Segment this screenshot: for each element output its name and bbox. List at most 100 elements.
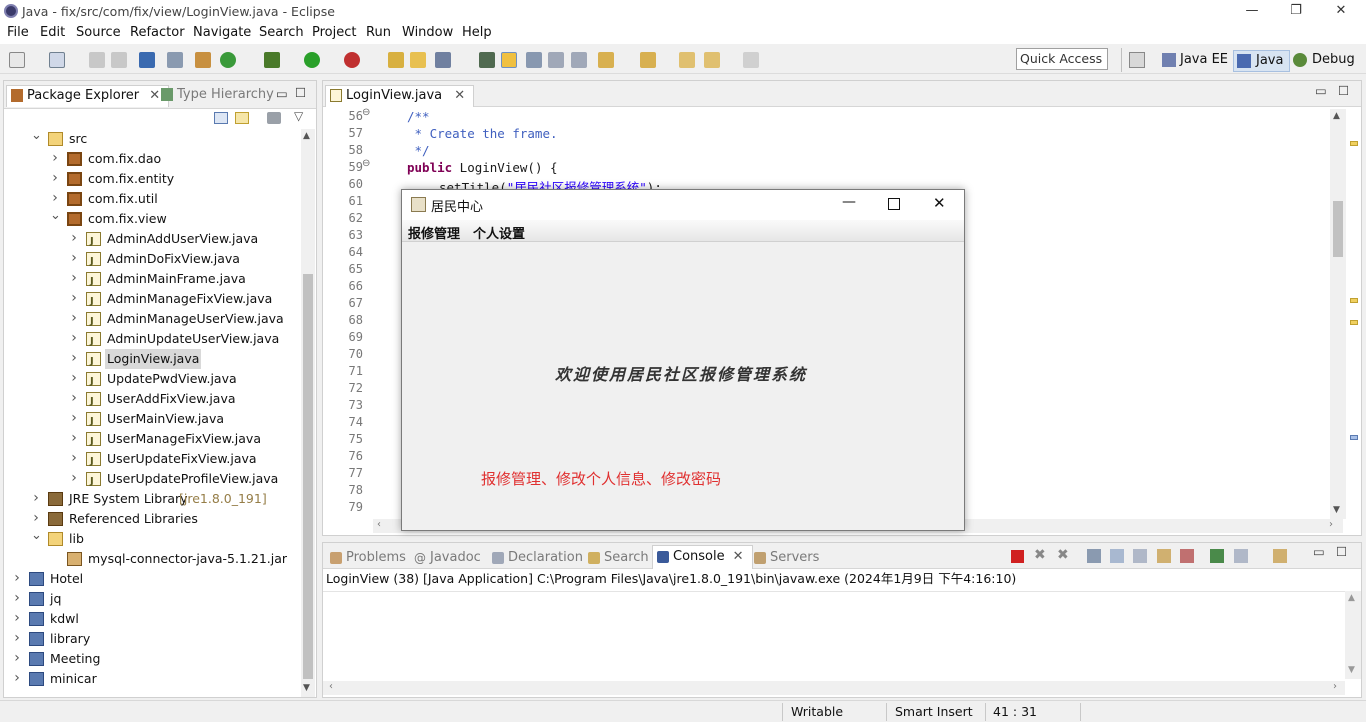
dialog-minimize-icon[interactable]: —	[842, 194, 856, 210]
expand-arrow-icon[interactable]: ›	[50, 189, 60, 209]
expand-arrow-icon[interactable]: ›	[12, 589, 22, 609]
tab-declaration[interactable]: Declaration	[490, 548, 583, 568]
explorer-scrollbar[interactable]: ▲ ▼	[301, 129, 315, 697]
expand-arrow-icon[interactable]: ›	[69, 449, 79, 469]
tree-item[interactable]: › AdminMainFrame.java	[4, 269, 301, 292]
expand-arrow-icon[interactable]: ›	[12, 649, 22, 669]
expand-arrow-icon[interactable]: ›	[69, 329, 79, 349]
menu-source[interactable]: Source	[76, 25, 121, 40]
minimize-icon[interactable]: —	[1237, 2, 1267, 20]
tree-item[interactable]: › AdminAddUserView.java	[4, 229, 301, 252]
tab-package-explorer[interactable]: Package Explorer ✕	[6, 85, 170, 107]
collapse-all-icon[interactable]	[214, 112, 228, 124]
back-icon[interactable]	[704, 52, 720, 68]
run-icon[interactable]	[304, 52, 320, 68]
editor-vscrollbar[interactable]: ▲ ▼	[1330, 109, 1346, 519]
display-console-icon[interactable]	[1234, 549, 1248, 563]
perspective-java[interactable]: Java	[1233, 50, 1291, 72]
tab-close-icon[interactable]: ✕	[733, 549, 744, 564]
prev-annotation-icon[interactable]	[640, 52, 656, 68]
new-class-icon[interactable]	[220, 52, 236, 68]
tree-item[interactable]: › library	[4, 629, 301, 649]
tree-item[interactable]: ⌄ src	[4, 129, 301, 149]
overview-marker[interactable]	[1350, 141, 1358, 146]
expand-arrow-icon[interactable]: ›	[69, 249, 79, 269]
perspective-debug[interactable]: Debug	[1290, 50, 1355, 72]
dialog-maximize-icon[interactable]	[888, 198, 900, 210]
word-wrap-icon[interactable]	[526, 52, 542, 68]
console-vscrollbar[interactable]: ▲ ▼	[1345, 591, 1361, 679]
menu-repair-management[interactable]: 报修管理	[408, 223, 460, 242]
scroll-lock-icon[interactable]	[1110, 549, 1124, 563]
tree-item[interactable]: › AdminManageUserView.java	[4, 309, 301, 332]
tree-item[interactable]: › kdwl	[4, 609, 301, 629]
link-with-editor-icon[interactable]	[235, 112, 249, 124]
maximize-console-icon[interactable]: ☐	[1336, 544, 1347, 559]
perspective-java-ee[interactable]: Java EE	[1160, 50, 1228, 72]
new-package-icon[interactable]	[195, 52, 211, 68]
tab-console[interactable]: Console ✕	[652, 545, 753, 569]
save-icon[interactable]	[49, 52, 65, 68]
tree-item[interactable]: › UserManageFixView.java	[4, 429, 301, 452]
tree-item[interactable]: › com.fix.entity	[4, 169, 301, 189]
expand-arrow-icon[interactable]: ›	[69, 269, 79, 289]
tree-item[interactable]: › AdminDoFixView.java	[4, 249, 301, 272]
open-console-icon[interactable]	[1273, 549, 1287, 563]
scroll-down-icon[interactable]: ▼	[1348, 665, 1355, 675]
forward-icon[interactable]	[743, 52, 759, 68]
mark-occurrences-icon[interactable]	[501, 52, 517, 68]
expand-arrow-icon[interactable]: ›	[69, 409, 79, 429]
block-selection-icon[interactable]	[548, 52, 564, 68]
editor-scroll-thumb[interactable]	[1333, 201, 1343, 257]
menu-run[interactable]: Run	[366, 25, 391, 40]
console-hscrollbar[interactable]: ‹ ›	[323, 681, 1345, 695]
external-tools-icon[interactable]	[344, 52, 360, 68]
menu-window[interactable]: Window	[402, 25, 453, 40]
expand-arrow-icon[interactable]: ›	[69, 389, 79, 409]
tree-item[interactable]: › minicar	[4, 669, 301, 689]
tree-item[interactable]: › UserUpdateProfileView.java	[4, 469, 301, 492]
scroll-right-icon[interactable]: ›	[1333, 681, 1337, 692]
terminate-icon[interactable]	[1011, 550, 1024, 563]
expand-arrow-icon[interactable]: ›	[69, 469, 79, 489]
collapse-arrow-icon[interactable]: ⌄	[31, 129, 42, 149]
expand-arrow-icon[interactable]: ›	[69, 229, 79, 249]
tree-item[interactable]: › UserUpdateFixView.java	[4, 449, 301, 472]
scroll-right-icon[interactable]: ›	[1329, 519, 1333, 530]
explorer-scroll-thumb[interactable]	[303, 274, 313, 679]
expand-arrow-icon[interactable]: ›	[12, 669, 22, 689]
remove-all-icon[interactable]: ✖	[1057, 547, 1069, 563]
new-icon[interactable]	[9, 52, 25, 68]
tree-item[interactable]: › AdminManageFixView.java	[4, 289, 301, 312]
show-whitespace-icon[interactable]	[571, 52, 587, 68]
menu-file[interactable]: File	[7, 25, 29, 40]
skip-breakpoints-icon[interactable]	[167, 52, 183, 68]
restore-icon[interactable]: ❐	[1281, 2, 1311, 20]
focus-icon[interactable]	[267, 112, 281, 124]
expand-arrow-icon[interactable]: ›	[69, 369, 79, 389]
expand-arrow-icon[interactable]: ›	[12, 629, 22, 649]
expand-arrow-icon[interactable]: ›	[31, 489, 41, 509]
minimize-console-icon[interactable]: ▭	[1313, 544, 1325, 559]
fold-icon[interactable]: ⊖	[362, 107, 370, 118]
collapse-arrow-icon[interactable]: ⌄	[31, 529, 42, 549]
scroll-up-icon[interactable]: ▲	[303, 131, 310, 141]
overview-marker[interactable]	[1350, 298, 1358, 303]
menu-search[interactable]: Search	[259, 25, 304, 40]
expand-arrow-icon[interactable]: ›	[69, 349, 79, 369]
tree-item[interactable]: › Meeting	[4, 649, 301, 669]
tree-item[interactable]: ⌄ lib	[4, 529, 301, 549]
expand-arrow-icon[interactable]: ›	[12, 609, 22, 629]
last-edit-icon[interactable]	[679, 52, 695, 68]
menu-refactor[interactable]: Refactor	[130, 25, 185, 40]
minimize-editor-icon[interactable]: ▭	[1315, 83, 1327, 98]
tree-item[interactable]: mysql-connector-java-5.1.21.jar	[4, 549, 301, 569]
tree-item[interactable]: › com.fix.util	[4, 189, 301, 209]
tree-item[interactable]: › UserMainView.java	[4, 409, 301, 432]
tab-loginview-java[interactable]: LoginView.java ✕	[325, 85, 475, 107]
expand-arrow-icon[interactable]: ›	[69, 429, 79, 449]
debug-icon[interactable]	[264, 52, 280, 68]
expand-arrow-icon[interactable]: ›	[69, 309, 79, 329]
expand-arrow-icon[interactable]: ›	[50, 149, 60, 169]
close-icon[interactable]: ✕	[1326, 2, 1356, 20]
